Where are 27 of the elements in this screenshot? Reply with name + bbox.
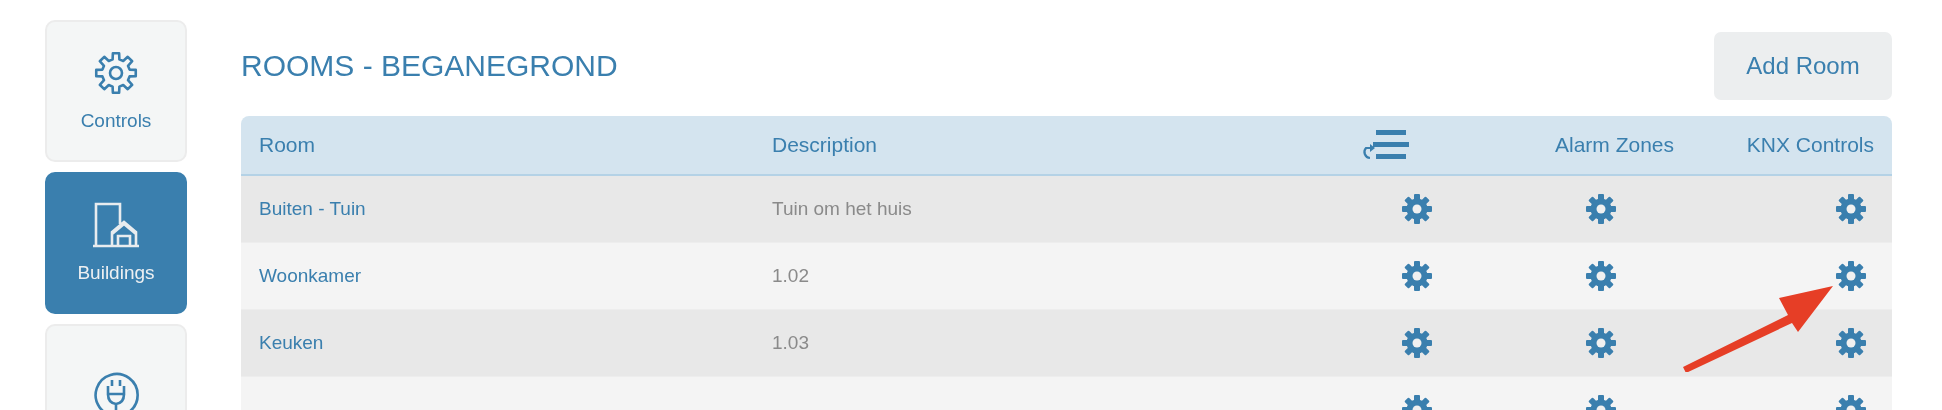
gear-icon[interactable]	[1402, 261, 1432, 291]
plug-icon	[93, 372, 139, 410]
column-header: Description	[771, 133, 879, 157]
room-link[interactable]: Buiten - Tuin	[241, 198, 384, 220]
gear-icon[interactable]	[1836, 194, 1866, 224]
room-link[interactable]: Keuken	[241, 332, 342, 354]
description-cell-text: 1.02	[771, 265, 810, 287]
description-cell-text: 1.03	[771, 332, 810, 354]
gear-icon[interactable]	[1402, 194, 1432, 224]
sidebar-item[interactable]: Buildings	[45, 172, 187, 314]
list-icon	[1361, 130, 1411, 160]
gear-icon[interactable]	[1836, 261, 1866, 291]
column-header: KNX Controls	[1745, 133, 1875, 157]
gear-icon[interactable]	[1836, 328, 1866, 358]
gear-icon	[93, 50, 139, 96]
room-link[interactable]: Woonkamer	[241, 265, 380, 287]
sidebar-item[interactable]: Controls	[45, 20, 187, 162]
gear-icon[interactable]	[1586, 194, 1616, 224]
page-title: ROOMS - BEGANEGROND	[241, 49, 618, 83]
description-cell-text: Tuin om het huis	[771, 198, 913, 220]
gear-icon[interactable]	[1586, 328, 1616, 358]
gear-icon[interactable]	[1586, 261, 1616, 291]
column-header: Alarm Zones	[1553, 133, 1675, 157]
building-icon	[92, 202, 140, 248]
add-room-button[interactable]: Add Room	[1714, 32, 1892, 100]
column-header: Room	[258, 133, 317, 157]
gear-icon[interactable]	[1402, 328, 1432, 358]
